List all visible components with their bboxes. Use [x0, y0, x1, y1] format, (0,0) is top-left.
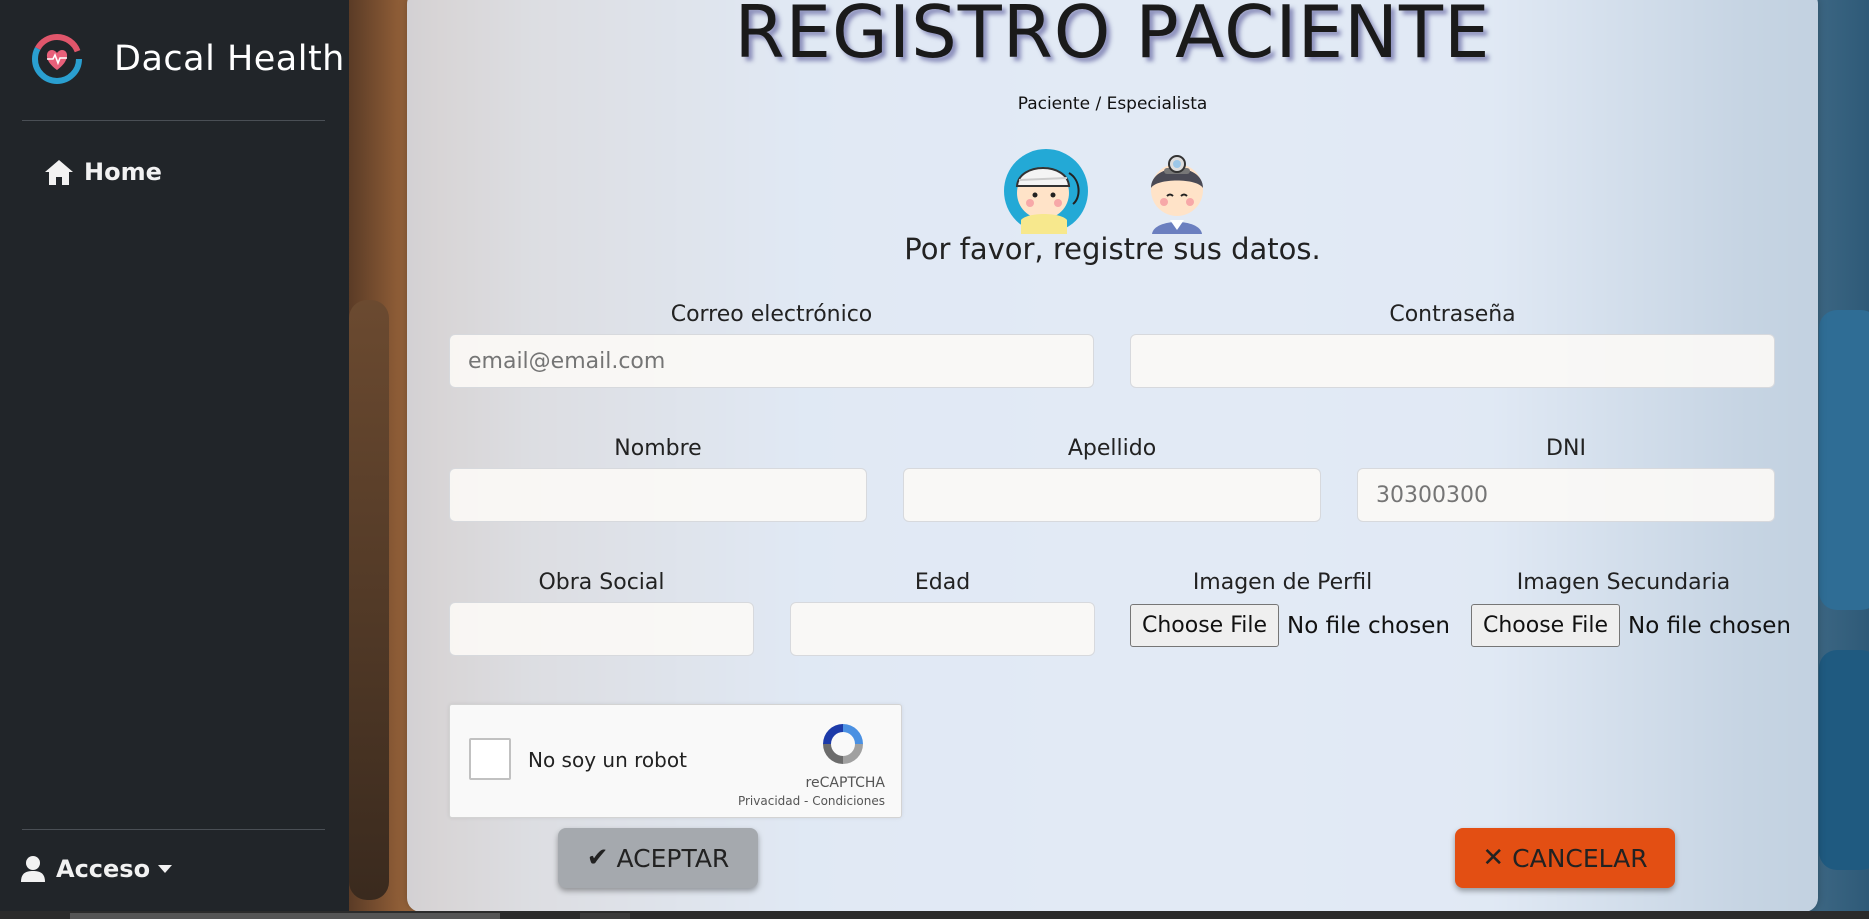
home-icon — [45, 160, 73, 185]
specialist-avatar-icon[interactable] — [1134, 148, 1220, 234]
scrollbar-segment — [580, 913, 630, 919]
access-dropdown[interactable]: Acceso — [20, 855, 173, 883]
dni-label: DNI — [1546, 436, 1586, 461]
check-icon: ✔ — [586, 843, 609, 873]
recaptcha-logo-icon — [823, 724, 863, 764]
email-field[interactable] — [449, 334, 1094, 388]
obra-social-label: Obra Social — [538, 570, 665, 595]
accept-button[interactable]: ✔ ACEPTAR — [558, 828, 758, 888]
sidebar: Dacal Health Home Acceso — [0, 0, 349, 919]
scrollbar-thumb[interactable] — [70, 913, 500, 919]
recaptcha-checkbox[interactable] — [469, 738, 511, 780]
profile-image-input: Choose File No file chosen — [1130, 604, 1450, 647]
apellido-field[interactable] — [903, 468, 1321, 522]
page-title: REGISTRO PACIENTE — [734, 0, 1491, 74]
sidebar-item-home[interactable]: Home — [44, 158, 162, 186]
apellido-label: Apellido — [1067, 436, 1157, 461]
sidebar-divider-bottom — [22, 829, 325, 830]
nombre-label: Nombre — [614, 436, 702, 461]
recaptcha-links[interactable]: Privacidad - Condiciones — [738, 794, 885, 808]
cancel-button-label: CANCELAR — [1512, 843, 1648, 873]
recaptcha-brand: reCAPTCHA — [805, 775, 885, 791]
patient-avatar-icon[interactable] — [1003, 148, 1089, 234]
profile-image-choose-button[interactable]: Choose File — [1130, 604, 1280, 647]
brand-name: Dacal Health — [114, 39, 345, 79]
secondary-image-status: No file chosen — [1628, 612, 1791, 639]
profile-image-status: No file chosen — [1287, 612, 1450, 639]
cancel-button[interactable]: ✕ CANCELAR — [1455, 828, 1675, 888]
edad-label: Edad — [914, 570, 971, 595]
sidebar-item-home-label: Home — [84, 158, 162, 186]
form-prompt: Por favor, registre sus datos. — [904, 232, 1321, 266]
close-icon: ✕ — [1482, 843, 1505, 873]
page-subtitle: Paciente / Especialista — [1017, 94, 1208, 114]
obra-social-field[interactable] — [449, 602, 754, 656]
edad-field[interactable] — [790, 602, 1095, 656]
heart-pulse-logo-icon — [32, 34, 82, 84]
nombre-field[interactable] — [449, 468, 867, 522]
dni-field[interactable] — [1357, 468, 1775, 522]
access-dropdown-label: Acceso — [56, 855, 151, 883]
password-field[interactable] — [1130, 334, 1775, 388]
user-icon — [21, 856, 45, 882]
registration-card: REGISTRO PACIENTE Paciente / Especialist… — [407, 0, 1818, 912]
secondary-image-input: Choose File No file chosen — [1471, 604, 1791, 647]
profile-image-label: Imagen de Perfil — [1192, 570, 1373, 595]
accept-button-label: ACEPTAR — [616, 843, 730, 873]
secondary-image-label: Imagen Secundaria — [1516, 570, 1731, 595]
sidebar-divider-top — [22, 120, 325, 121]
recaptcha-widget: No soy un robot reCAPTCHA Privacidad - C… — [449, 704, 902, 818]
secondary-image-choose-button[interactable]: Choose File — [1471, 604, 1621, 647]
password-label: Contraseña — [1389, 302, 1516, 327]
recaptcha-label: No soy un robot — [528, 748, 687, 772]
email-label: Correo electrónico — [670, 302, 873, 327]
caret-down-icon — [158, 865, 173, 873]
brand[interactable]: Dacal Health — [30, 32, 345, 86]
